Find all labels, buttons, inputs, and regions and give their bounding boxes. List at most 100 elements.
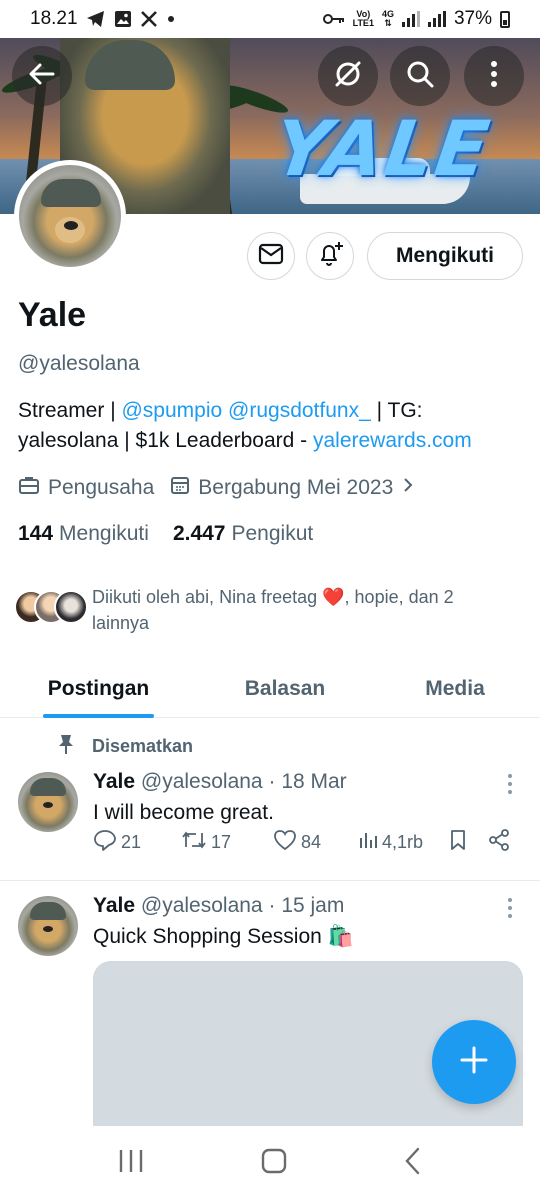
post-avatar[interactable] [18,772,78,832]
post-separator: · [268,770,276,793]
tab-replies[interactable]: Balasan [225,660,345,718]
followed-by-part: Diikuti oleh abi, Nina freetag [92,587,323,607]
signal-icon-2 [427,11,446,27]
avatar-cap [30,778,66,796]
briefcase-icon [18,475,40,501]
back-nav-button[interactable] [402,1146,424,1181]
heart-emoji: ❤️ [322,587,345,607]
home-button[interactable] [259,1146,289,1181]
post-text: Quick Shopping Session 🛍️ [93,925,354,949]
bell-plus-icon [315,239,345,274]
followed-by-avatars [14,584,88,624]
share-button[interactable] [488,828,510,856]
following-count-link[interactable]: 144 Mengikuti [18,522,149,546]
avatar-nose [43,926,53,932]
followers-count: 2.447 [172,522,226,545]
share-icon [488,828,510,856]
avatar-nose [64,221,78,230]
joined-label: Bergabung Mei 2023 [198,476,394,499]
tab-posts[interactable]: Postingan [43,660,154,718]
repost-count: 17 [211,831,232,852]
post-text-content: Quick Shopping Session [93,925,322,948]
post-divider [0,880,540,881]
status-time: 18.21 [30,8,78,29]
avatar-nose [43,802,53,808]
post-avatar[interactable] [18,896,78,956]
search-icon [405,59,435,94]
recent-apps-button[interactable] [116,1148,146,1179]
plus-icon [459,1045,489,1080]
profile-avatar[interactable] [14,160,126,272]
post-author-handle: @yalesolana [140,894,263,917]
post-author-name: Yale [93,770,136,793]
followed-by[interactable]: Diikuti oleh abi, Nina freetag ❤️, hopie… [14,584,512,636]
dot-icon [166,9,176,29]
system-nav-bar [0,1126,540,1200]
tab-label: Media [425,677,485,700]
message-button[interactable] [247,232,295,280]
battery-percent: 37% [453,8,492,29]
pin-icon [56,733,76,760]
compose-button[interactable] [432,1020,516,1104]
bio-mention-rugsdotfunx[interactable]: @rugsdotfunx_ [228,399,371,422]
post-author-handle: @yalesolana [140,770,263,793]
like-button[interactable]: 84 [273,829,321,856]
reply-button[interactable]: 21 [93,829,141,856]
follow-counts: 144 Mengikuti 2.447 Pengikut [18,522,337,546]
chevron-right-icon [401,476,415,500]
views-button[interactable]: 4,1rb [358,830,423,855]
pinned-indicator: Disematkan [56,733,193,760]
more-button[interactable] [464,46,524,106]
following-label: Mengikuti [59,522,149,545]
volte-indicator: Vo) LTE1 [353,9,374,29]
back-button[interactable] [12,46,72,106]
gallery-icon [114,9,132,29]
grok-icon [333,59,363,94]
profile-category: Pengusaha [18,475,154,501]
avatar-cap [30,902,66,920]
post-header[interactable]: Yale @yalesolana · 15 jam [93,894,344,918]
more-vertical-icon [490,60,498,93]
following-count: 144 [18,522,54,545]
battery-icon [500,10,510,28]
tab-media[interactable]: Media [405,660,505,718]
avatar-cap [41,179,101,207]
bio-text: Streamer | [18,399,122,422]
category-label: Pengusaha [48,476,155,499]
bookmark-button[interactable] [448,829,468,856]
followed-by-text: Diikuti oleh abi, Nina freetag ❤️, hopie… [92,584,512,636]
shopping-bags-emoji: 🛍️ [327,925,354,948]
post-time: 15 jam [281,894,345,917]
bookmark-icon [448,829,468,856]
notify-button[interactable] [306,232,354,280]
followers-count-link[interactable]: 2.447 Pengikut [173,522,313,546]
mail-icon [258,243,284,270]
profile-meta: Pengusaha Bergabung Mei 2023 [18,475,431,501]
banner-logo: YALE [268,104,497,193]
profile-name: Yale [18,296,87,334]
mini-avatar [54,590,88,624]
status-bar: 18.21 Vo) LTE1 4G ⇅ 37% [0,0,540,38]
followers-label: Pengikut [231,522,314,545]
tab-active-indicator [43,714,154,718]
heart-icon [273,829,297,856]
search-button[interactable] [390,46,450,106]
profile-joined[interactable]: Bergabung Mei 2023 [170,475,415,501]
network-type: 4G ⇅ [382,9,394,29]
bio-website-link[interactable]: yalerewards.com [313,429,472,452]
post-text: I will become great. [93,801,274,824]
repost-button[interactable]: 17 [181,830,231,855]
reply-icon [93,829,117,856]
post-more-button[interactable] [500,896,520,920]
updown-arrows-icon: ⇅ [384,18,392,28]
following-button[interactable]: Mengikuti [367,232,523,280]
post-more-button[interactable] [500,772,520,796]
profile-handle: @yalesolana [18,352,140,375]
post-time: 18 Mar [281,770,347,793]
bio-mention-spumpio[interactable]: @spumpio [121,399,222,422]
lte-label: LTE1 [352,18,374,28]
post-header[interactable]: Yale @yalesolana · 18 Mar [93,770,347,794]
profile-tabs: Postingan Balasan Media [0,660,540,718]
grok-button[interactable] [318,46,378,106]
reply-count: 21 [121,831,142,852]
